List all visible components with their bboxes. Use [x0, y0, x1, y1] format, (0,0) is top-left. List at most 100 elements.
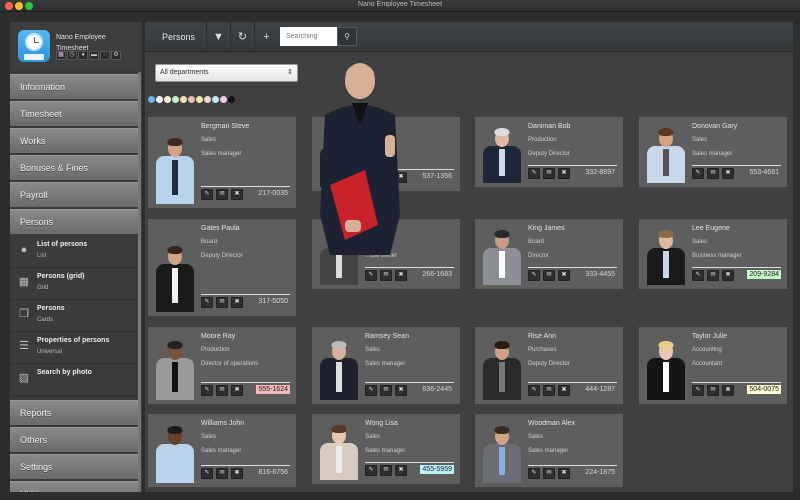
- person-card[interactable]: Woodman Alex Sales Sales manager ✎ ✉ ✖ 224-187…: [475, 414, 623, 487]
- edit-button[interactable]: ✎: [528, 468, 540, 479]
- sidebar-item-persons[interactable]: Persons: [10, 209, 138, 234]
- sidebar-scrollbar[interactable]: [138, 72, 141, 492]
- delete-button[interactable]: ✖: [558, 468, 570, 479]
- color-tag-dot[interactable]: [196, 96, 203, 103]
- sidebar-item-utilities[interactable]: Utilities: [10, 481, 138, 492]
- mail-button[interactable]: ✉: [380, 270, 392, 281]
- person-card[interactable]: Gates Paula Board Deputy Director ✎ ✉ ✖ 317-50…: [148, 219, 296, 316]
- color-tag-dot[interactable]: [148, 96, 155, 103]
- edit-button[interactable]: ✎: [365, 270, 377, 281]
- mail-button[interactable]: ✉: [707, 385, 719, 396]
- color-tag-dot[interactable]: [212, 96, 219, 103]
- sidebar-item-information[interactable]: Information: [10, 74, 138, 99]
- submenu-item-list-of-persons[interactable]: ● List of persons List: [10, 236, 138, 268]
- delete-button[interactable]: ✖: [722, 168, 734, 179]
- person-name[interactable]: Lee Eugene: [692, 225, 730, 232]
- person-name[interactable]: King James: [528, 225, 565, 232]
- search-input[interactable]: [280, 27, 337, 46]
- sidebar-item-works[interactable]: Works: [10, 128, 138, 153]
- card-icon[interactable]: ▬: [89, 51, 99, 60]
- submenu-item-persons-grid[interactable]: ▦ Persons (grid) Grid: [10, 268, 138, 300]
- mail-button[interactable]: ✉: [707, 270, 719, 281]
- mail-button[interactable]: ✉: [543, 168, 555, 179]
- person-card[interactable]: King James Board Director ✎ ✉ ✖ 333-4455: [475, 219, 623, 289]
- edit-button[interactable]: ✎: [692, 385, 704, 396]
- department-select[interactable]: All departments ⇕: [155, 64, 298, 82]
- color-tag-dot[interactable]: [180, 96, 187, 103]
- mail-button[interactable]: ✉: [707, 168, 719, 179]
- edit-button[interactable]: ✎: [528, 385, 540, 396]
- person-card[interactable]: Ramsey Sean Sales Sales manager ✎ ✉ ✖ 636-2445: [312, 327, 460, 404]
- mail-button[interactable]: ✉: [543, 270, 555, 281]
- person-card[interactable]: Moore Ray Production Director of operation…: [148, 327, 296, 404]
- edit-button[interactable]: ✎: [201, 189, 213, 200]
- person-card[interactable]: Williams John Sales Sales manager ✎ ✉ ✖ 816-67…: [148, 414, 296, 487]
- user-icon[interactable]: ●: [78, 51, 88, 60]
- edit-button[interactable]: ✎: [365, 385, 377, 396]
- delete-button[interactable]: ✖: [395, 465, 407, 476]
- edit-button[interactable]: ✎: [528, 168, 540, 179]
- edit-button[interactable]: ✎: [528, 270, 540, 281]
- delete-button[interactable]: ✖: [231, 468, 243, 479]
- color-tag-dot[interactable]: [204, 96, 211, 103]
- person-name[interactable]: Daniman Bob: [528, 123, 570, 130]
- color-tag-dot[interactable]: [220, 96, 227, 103]
- person-name[interactable]: Ramsey Sean: [365, 333, 409, 340]
- mail-button[interactable]: ✉: [216, 189, 228, 200]
- color-tag-dot[interactable]: [156, 96, 163, 103]
- person-card[interactable]: Donovan Gary Sales Sales manager ✎ ✉ ✖ 553-468…: [639, 117, 787, 187]
- sidebar-item-bonuses-fines[interactable]: Bonuses & Fines: [10, 155, 138, 180]
- sidebar-item-timesheet[interactable]: Timesheet: [10, 101, 138, 126]
- color-tag-dot[interactable]: [172, 96, 179, 103]
- person-name[interactable]: Gates Paula: [201, 225, 240, 232]
- mail-button[interactable]: ✉: [380, 465, 392, 476]
- color-tag-dot[interactable]: [164, 96, 171, 103]
- mail-button[interactable]: ✉: [216, 297, 228, 308]
- calendar-icon[interactable]: ▦: [56, 51, 66, 60]
- edit-button[interactable]: ✎: [692, 168, 704, 179]
- mail-button[interactable]: ✉: [543, 468, 555, 479]
- person-name[interactable]: Williams John: [201, 420, 244, 427]
- delete-button[interactable]: ✖: [395, 270, 407, 281]
- sidebar-item-reports[interactable]: Reports: [10, 400, 138, 425]
- person-name[interactable]: Taylor Julie: [692, 333, 727, 340]
- color-tag-dot[interactable]: [188, 96, 195, 103]
- delete-button[interactable]: ✖: [231, 297, 243, 308]
- submenu-item-search-by-photo[interactable]: ▨ Search by photo: [10, 364, 138, 396]
- person-card[interactable]: Lee Eugene Sales Business manager ✎ ✉ ✖ 209-92…: [639, 219, 787, 289]
- search-button[interactable]: ⚲: [337, 27, 357, 46]
- person-card[interactable]: Taylor Julie Accounting Accountant ✎ ✉ ✖ 504-0…: [639, 327, 787, 404]
- add-button[interactable]: +: [254, 22, 278, 52]
- mail-button[interactable]: ✉: [543, 385, 555, 396]
- delete-button[interactable]: ✖: [558, 168, 570, 179]
- clock-icon[interactable]: ◷: [67, 51, 77, 60]
- delete-button[interactable]: ✖: [722, 270, 734, 281]
- submenu-item-properties[interactable]: ☰ Properties of persons Universal: [10, 332, 138, 364]
- delete-button[interactable]: ✖: [231, 189, 243, 200]
- delete-button[interactable]: ✖: [558, 385, 570, 396]
- chat-icon[interactable]: ◌: [100, 51, 110, 60]
- edit-button[interactable]: ✎: [201, 468, 213, 479]
- person-card[interactable]: Rise Ann Purchases Deputy Director ✎ ✉ ✖ 444-1…: [475, 327, 623, 404]
- edit-button[interactable]: ✎: [365, 465, 377, 476]
- person-card[interactable]: Wong Lisa Sales Sales manager ✎ ✉ ✖ 455-5959: [312, 414, 460, 484]
- color-tag-dot[interactable]: [228, 96, 235, 103]
- delete-button[interactable]: ✖: [231, 385, 243, 396]
- delete-button[interactable]: ✖: [722, 385, 734, 396]
- edit-button[interactable]: ✎: [201, 297, 213, 308]
- edit-button[interactable]: ✎: [692, 270, 704, 281]
- sidebar-item-settings[interactable]: Settings: [10, 454, 138, 479]
- sidebar-item-others[interactable]: Others: [10, 427, 138, 452]
- person-card[interactable]: Bergman Steve Sales Sales manager ✎ ✉ ✖ 217-00…: [148, 117, 296, 208]
- mail-button[interactable]: ✉: [380, 385, 392, 396]
- delete-button[interactable]: ✖: [395, 385, 407, 396]
- person-name[interactable]: Wong Lisa: [365, 420, 398, 427]
- settings-icon[interactable]: ⚙: [111, 51, 121, 60]
- refresh-button[interactable]: ↻: [230, 22, 254, 52]
- mail-button[interactable]: ✉: [216, 385, 228, 396]
- person-name[interactable]: Donovan Gary: [692, 123, 737, 130]
- delete-button[interactable]: ✖: [558, 270, 570, 281]
- edit-button[interactable]: ✎: [201, 385, 213, 396]
- person-name[interactable]: Rise Ann: [528, 333, 556, 340]
- sidebar-item-payroll[interactable]: Payroll: [10, 182, 138, 207]
